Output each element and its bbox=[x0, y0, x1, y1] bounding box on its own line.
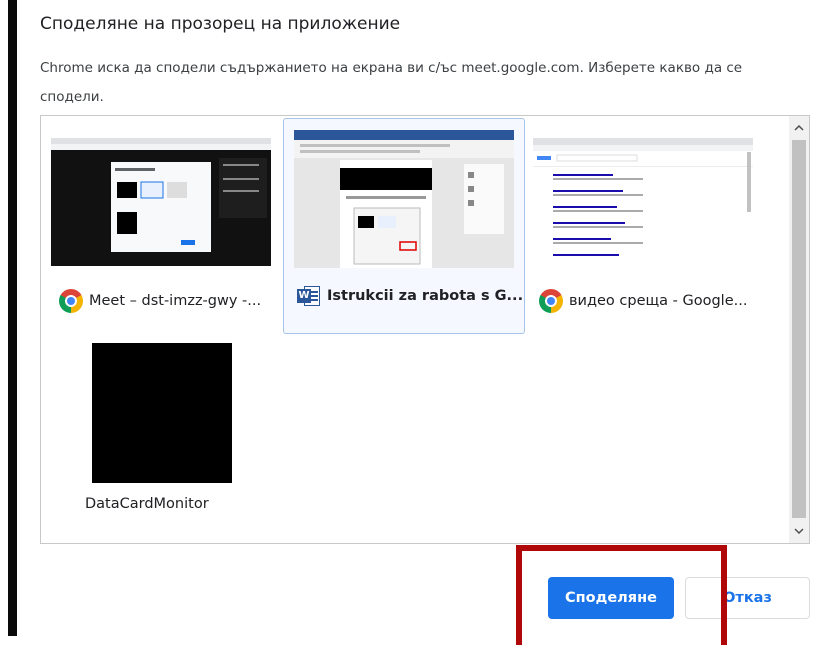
window-tile-meet[interactable]: Meet – dst-imzz-gwy -... bbox=[45, 124, 287, 340]
window-thumbnail-datacardmonitor bbox=[92, 343, 232, 483]
chrome-icon bbox=[539, 289, 563, 313]
window-title-search: видео среща - Google... bbox=[569, 293, 748, 309]
dialog-description: Chrome иска да сподели съдържанието на е… bbox=[40, 60, 743, 105]
window-edge bbox=[8, 0, 17, 636]
window-tile-search[interactable]: видео среща - Google... bbox=[527, 124, 769, 340]
word-icon: W bbox=[297, 284, 321, 308]
window-tile-datacardmonitor[interactable]: DataCardMonitor bbox=[45, 336, 287, 543]
window-picker: Meet – dst-imzz-gwy -... W Istrukcii za … bbox=[40, 115, 810, 544]
window-title-meet: Meet – dst-imzz-gwy -... bbox=[89, 293, 262, 309]
window-thumbnail-search bbox=[533, 138, 753, 266]
window-label-meet: Meet – dst-imzz-gwy -... bbox=[59, 289, 261, 313]
window-tile-word[interactable]: W Istrukcii za rabota s G... bbox=[283, 118, 525, 334]
chrome-icon bbox=[59, 289, 83, 313]
window-label-word: W Istrukcii za rabota s G... bbox=[297, 284, 523, 308]
window-title-datacardmonitor: DataCardMonitor bbox=[85, 496, 209, 512]
scroll-down-arrow[interactable] bbox=[789, 521, 809, 541]
cancel-button[interactable]: Отказ bbox=[685, 577, 810, 619]
window-title-word: Istrukcii za rabota s G... bbox=[327, 288, 524, 304]
scrollbar[interactable] bbox=[789, 116, 809, 543]
window-thumbnail-meet bbox=[51, 138, 271, 266]
scrollbar-thumb[interactable] bbox=[792, 140, 806, 518]
share-button[interactable]: Споделяне bbox=[548, 577, 674, 619]
window-label-datacardmonitor: DataCardMonitor bbox=[85, 496, 209, 512]
dialog-title: Споделяне на прозорец на приложение bbox=[40, 14, 401, 34]
scroll-up-arrow[interactable] bbox=[789, 118, 809, 138]
window-thumbnail-word bbox=[294, 130, 514, 268]
window-label-search: видео среща - Google... bbox=[539, 289, 747, 313]
